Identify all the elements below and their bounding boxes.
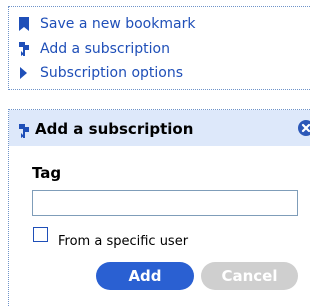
add-subscription-link[interactable]: Add a subscription	[17, 40, 170, 58]
arrow-right-icon	[17, 66, 31, 80]
save-bookmark-label: Save a new bookmark	[40, 16, 196, 32]
tag-input[interactable]	[32, 190, 298, 216]
add-subscription-label: Add a subscription	[40, 41, 170, 57]
panel-title: Add a subscription	[35, 120, 194, 138]
action-menu: Save a new bookmark Add a subscription S…	[8, 6, 310, 90]
add-button[interactable]: Add	[96, 262, 194, 290]
specific-user-label: From a specific user	[58, 234, 189, 249]
subscription-options-link[interactable]: Subscription options	[17, 64, 183, 82]
menu-divider	[8, 89, 310, 90]
subscription-icon	[17, 123, 31, 138]
panel-header: Add a subscription	[9, 110, 310, 146]
tag-label: Tag	[32, 164, 62, 182]
subscription-icon	[17, 42, 31, 56]
bookmark-sidebar: Save a new bookmark Add a subscription S…	[0, 0, 310, 306]
close-icon[interactable]	[298, 120, 310, 136]
bookmark-icon	[17, 17, 31, 31]
specific-user-checkbox[interactable]	[33, 227, 48, 242]
save-bookmark-link[interactable]: Save a new bookmark	[17, 15, 195, 33]
cancel-button[interactable]: Cancel	[201, 262, 298, 290]
subscription-options-label: Subscription options	[40, 65, 184, 81]
